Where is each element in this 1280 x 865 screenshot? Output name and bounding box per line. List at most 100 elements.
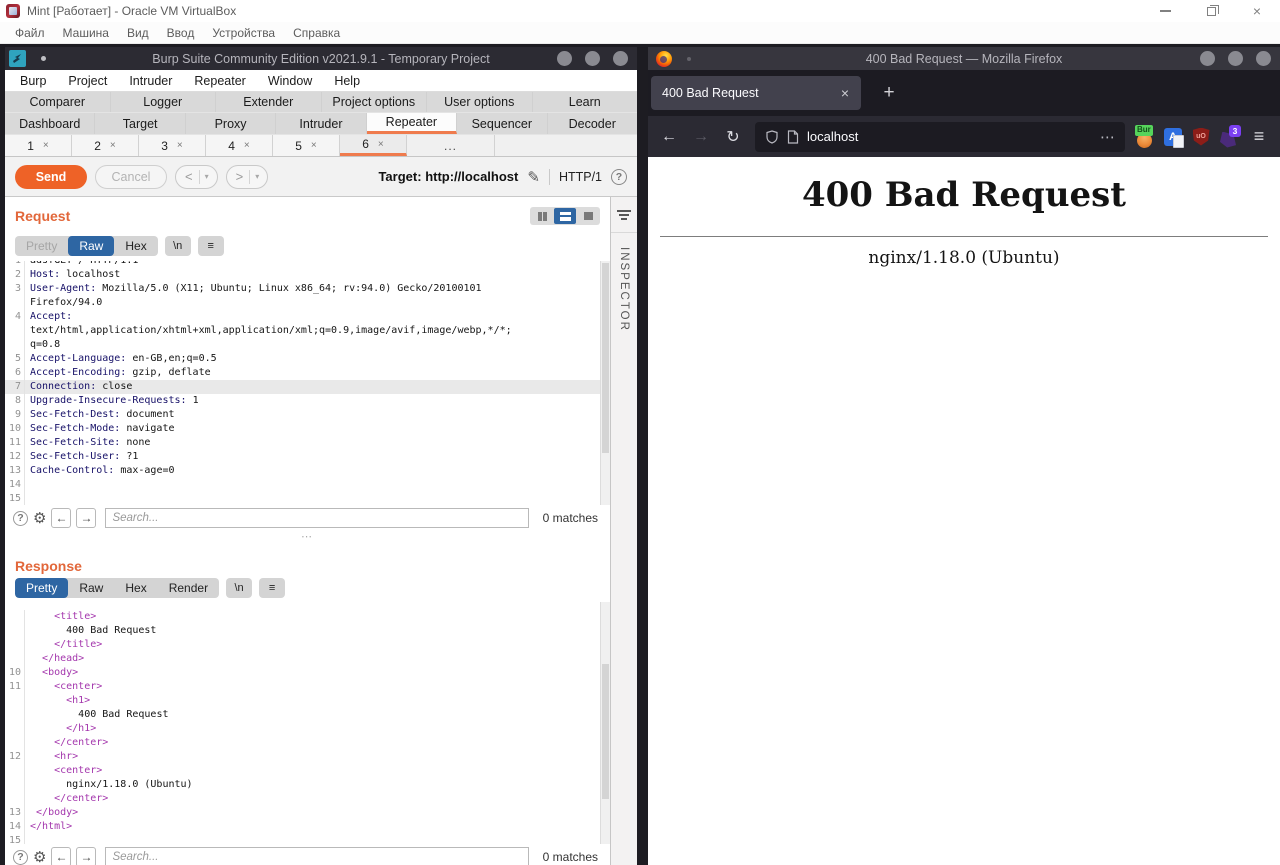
search-settings-gear-icon[interactable]: ⚙: [33, 511, 46, 526]
burp-tab-extender[interactable]: Extender: [216, 92, 322, 112]
host-menu-вид[interactable]: Вид: [118, 26, 158, 40]
newline-toggle-button[interactable]: \n: [165, 236, 191, 256]
addon-with-badge-icon[interactable]: 3: [1216, 123, 1242, 151]
burp-window-buttons[interactable]: [557, 51, 628, 66]
tab-close-icon[interactable]: ×: [177, 140, 183, 151]
burp-tab-logger[interactable]: Logger: [111, 92, 217, 112]
newline-toggle-button[interactable]: \n: [226, 578, 252, 598]
tab-close-icon[interactable]: ×: [244, 140, 250, 151]
send-button[interactable]: Send: [15, 165, 87, 189]
search-help-icon[interactable]: ?: [13, 850, 28, 865]
pane-splitter-handle[interactable]: ⋯: [5, 531, 610, 542]
burp-tab-dashboard[interactable]: Dashboard: [5, 113, 95, 134]
next-match-button[interactable]: →: [76, 847, 96, 865]
close-button[interactable]: ×: [1234, 0, 1280, 22]
burp-tab-learn[interactable]: Learn: [533, 92, 638, 112]
burp-menu-intruder[interactable]: Intruder: [118, 74, 183, 88]
url-bar[interactable]: localhost ⋯: [755, 122, 1125, 152]
burp-tab-decoder[interactable]: Decoder: [548, 113, 637, 134]
response-view-tab-hex[interactable]: Hex: [114, 578, 157, 598]
layout-columns-button[interactable]: [531, 208, 553, 224]
firefox-titlebar[interactable]: 400 Bad Request — Mozilla Firefox: [648, 47, 1280, 70]
tab-close-icon[interactable]: ×: [378, 139, 384, 150]
burp-tab-sequencer[interactable]: Sequencer: [457, 113, 547, 134]
search-help-icon[interactable]: ?: [13, 511, 28, 526]
layout-single-button[interactable]: [577, 208, 599, 224]
back-button[interactable]: ←: [654, 123, 684, 151]
close-circle-icon[interactable]: [1256, 51, 1271, 66]
help-icon[interactable]: ?: [611, 169, 627, 185]
close-circle-icon[interactable]: [613, 51, 628, 66]
repeater-tab-1[interactable]: 1×: [5, 135, 72, 156]
repeater-tab-6[interactable]: 6×: [340, 135, 407, 156]
burp-tab-project-options[interactable]: Project options: [322, 92, 428, 112]
inspector-collapse-button[interactable]: [611, 197, 637, 233]
repeater-tab-overflow[interactable]: ...: [407, 135, 495, 156]
reload-button[interactable]: ↻: [718, 123, 748, 151]
burp-menu-window[interactable]: Window: [257, 74, 323, 88]
app-menu-hamburger-icon[interactable]: ≡: [1244, 123, 1274, 151]
request-scrollbar[interactable]: [600, 261, 610, 505]
tab-close-icon[interactable]: ×: [110, 140, 116, 151]
repeater-tab-5[interactable]: 5×: [273, 135, 340, 156]
previous-match-button[interactable]: ←: [51, 847, 71, 865]
burp-menu-repeater[interactable]: Repeater: [183, 74, 256, 88]
response-editor[interactable]: <title> 400 Bad Request </title> </head>…: [5, 602, 610, 844]
burp-tab-intruder[interactable]: Intruder: [276, 113, 366, 134]
next-match-button[interactable]: →: [76, 508, 96, 528]
burp-menu-help[interactable]: Help: [323, 74, 371, 88]
response-view-tab-render[interactable]: Render: [158, 578, 219, 598]
burp-tab-repeater[interactable]: Repeater: [367, 113, 457, 134]
request-editor[interactable]: 1adsfGET / HTTP/1.12Host: localhost3User…: [5, 261, 610, 505]
burp-tab-target[interactable]: Target: [95, 113, 185, 134]
browser-tab-active[interactable]: 400 Bad Request ×: [651, 76, 861, 110]
response-search-input[interactable]: [105, 847, 529, 865]
burp-titlebar[interactable]: Burp Suite Community Edition v2021.9.1 -…: [5, 47, 637, 70]
editor-menu-button[interactable]: ≡: [259, 578, 285, 598]
minimize-circle-icon[interactable]: [557, 51, 572, 66]
maximize-circle-icon[interactable]: [585, 51, 600, 66]
layout-rows-button[interactable]: [554, 208, 576, 224]
burp-tab-comparer[interactable]: Comparer: [5, 92, 111, 112]
forward-request-button[interactable]: > ▾: [226, 165, 269, 189]
host-menu-справка[interactable]: Справка: [284, 26, 349, 40]
tab-close-icon[interactable]: ×: [311, 140, 317, 151]
back-request-button[interactable]: < ▾: [175, 165, 218, 189]
shield-icon[interactable]: [765, 130, 779, 144]
burp-tab-user-options[interactable]: User options: [427, 92, 533, 112]
translate-extension-icon[interactable]: A: [1160, 123, 1186, 151]
search-settings-gear-icon[interactable]: ⚙: [33, 850, 46, 865]
response-view-tab-pretty[interactable]: Pretty: [15, 578, 68, 598]
foxyproxy-extension-icon[interactable]: Bur: [1132, 123, 1158, 151]
minimize-circle-icon[interactable]: [1200, 51, 1215, 66]
host-menu-файл[interactable]: Файл: [6, 26, 54, 40]
repeater-tab-2[interactable]: 2×: [72, 135, 139, 156]
request-search-input[interactable]: [105, 508, 529, 528]
page-actions-more-icon[interactable]: ⋯: [1100, 128, 1115, 146]
previous-match-button[interactable]: ←: [51, 508, 71, 528]
inspector-label[interactable]: INSPECTOR: [618, 247, 630, 332]
burp-menu-burp[interactable]: Burp: [9, 74, 57, 88]
response-view-tab-raw[interactable]: Raw: [68, 578, 114, 598]
request-view-tab-hex[interactable]: Hex: [114, 236, 157, 256]
request-view-tab-pretty[interactable]: Pretty: [15, 236, 68, 256]
restore-button[interactable]: [1188, 0, 1234, 22]
repeater-tab-3[interactable]: 3×: [139, 135, 206, 156]
firefox-window-buttons[interactable]: [1200, 51, 1271, 66]
minimize-button[interactable]: [1142, 0, 1188, 22]
editor-menu-button[interactable]: ≡: [198, 236, 224, 256]
edit-target-pencil-icon[interactable]: ✎: [527, 168, 540, 186]
tab-close-icon[interactable]: ×: [43, 140, 49, 151]
host-menu-машина[interactable]: Машина: [54, 26, 118, 40]
page-info-icon[interactable]: [787, 130, 799, 144]
maximize-circle-icon[interactable]: [1228, 51, 1243, 66]
http-version-label[interactable]: HTTP/1: [559, 170, 602, 184]
tab-close-icon[interactable]: ×: [835, 83, 855, 103]
ublock-origin-extension-icon[interactable]: uO: [1188, 123, 1214, 151]
cancel-button[interactable]: Cancel: [95, 165, 167, 189]
burp-tab-proxy[interactable]: Proxy: [186, 113, 276, 134]
repeater-tab-4[interactable]: 4×: [206, 135, 273, 156]
response-scrollbar[interactable]: [600, 602, 610, 844]
request-view-tab-raw[interactable]: Raw: [68, 236, 114, 256]
host-menu-устройства[interactable]: Устройства: [203, 26, 284, 40]
